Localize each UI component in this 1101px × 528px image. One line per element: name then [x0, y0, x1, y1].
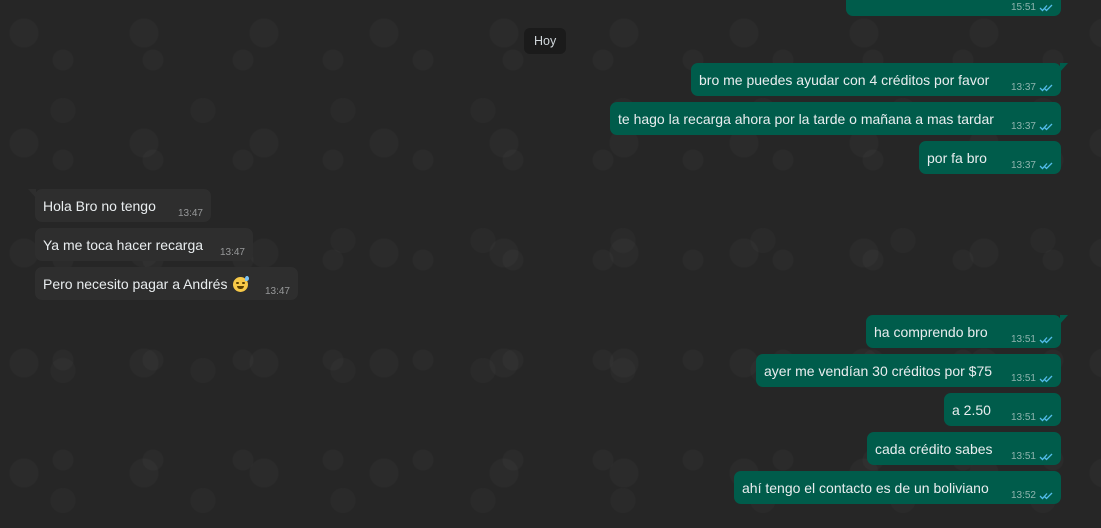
chat-conversation-panel[interactable]: 15:51 Hoy bro me puedes ayudar con 4 cré… — [0, 0, 1101, 528]
read-receipt-icon — [1039, 491, 1053, 500]
message-text: por fa bro — [927, 150, 987, 166]
message-time: 13:51 — [1010, 412, 1036, 423]
message-bubble-outgoing[interactable]: por fa bro 13:37 — [919, 141, 1061, 174]
bubble-tail — [1060, 63, 1068, 72]
message-time: 13:52 — [1010, 490, 1036, 501]
message-bubble-outgoing[interactable]: a 2.50 13:51 — [944, 393, 1061, 426]
message-meta: 13:37 — [1011, 160, 1053, 171]
message-bubble-outgoing[interactable]: cada crédito sabes 13:51 — [867, 432, 1061, 465]
read-receipt-icon — [1039, 413, 1053, 422]
message-text: te hago la recarga ahora por la tarde o … — [618, 111, 994, 127]
message-time: 15:51 — [1010, 2, 1036, 13]
grinning-sweat-emoji-icon — [233, 276, 250, 292]
message-bubble-outgoing[interactable]: te hago la recarga ahora por la tarde o … — [610, 102, 1061, 135]
message-time: 13:37 — [1010, 160, 1036, 171]
message-meta: 15:51 — [1011, 2, 1053, 13]
message-time: 13:51 — [1010, 373, 1036, 384]
bubble-tail — [1060, 315, 1068, 324]
message-text: ha comprendo bro — [874, 324, 988, 340]
message-time: 13:51 — [1010, 334, 1036, 345]
message-text: bro me puedes ayudar con 4 créditos por … — [699, 72, 990, 88]
message-text: ahí tengo el contacto es de un boliviano — [742, 480, 989, 496]
message-time: 13:51 — [1010, 451, 1036, 462]
message-meta: 13:51 — [1011, 412, 1053, 423]
message-time: 13:47 — [177, 208, 203, 219]
message-text: ayer me vendían 30 créditos por $75 — [764, 363, 993, 379]
message-text: a 2.50 — [952, 402, 991, 418]
message-bubble-outgoing[interactable]: bro me puedes ayudar con 4 créditos por … — [691, 63, 1068, 96]
read-receipt-icon — [1039, 452, 1053, 461]
message-bubble-outgoing[interactable]: 15:51 — [846, 0, 1061, 16]
message-meta: 13:51 — [1011, 451, 1053, 462]
message-bubble-outgoing[interactable]: ahí tengo el contacto es de un boliviano… — [734, 471, 1061, 504]
date-separator: Hoy — [524, 28, 567, 54]
read-receipt-icon — [1039, 122, 1053, 131]
read-receipt-icon — [1039, 335, 1053, 344]
message-meta: 13:47 — [265, 286, 290, 297]
message-bubble-outgoing[interactable]: ayer me vendían 30 créditos por $75 13:5… — [756, 354, 1061, 387]
message-time: 13:37 — [1010, 121, 1036, 132]
message-bubble-incoming[interactable]: Ya me toca hacer recarga 13:47 — [35, 228, 253, 261]
message-meta: 13:37 — [1011, 121, 1053, 132]
message-text: cada crédito sabes — [875, 441, 993, 457]
message-time: 13:47 — [264, 286, 290, 297]
read-receipt-icon — [1039, 83, 1053, 92]
message-text: Pero necesito pagar a Andrés — [43, 276, 228, 292]
bubble-tail — [28, 189, 36, 198]
message-bubble-incoming[interactable]: Pero necesito pagar a Andrés 13:47 — [35, 267, 298, 300]
message-meta: 13:47 — [220, 247, 245, 258]
message-text: Hola Bro no tengo — [43, 198, 156, 214]
message-meta: 13:51 — [1011, 334, 1053, 345]
message-text-wrapper: Pero necesito pagar a Andrés — [43, 276, 250, 292]
message-meta: 13:37 — [1011, 82, 1053, 93]
message-time: 13:37 — [1010, 82, 1036, 93]
read-receipt-icon — [1039, 374, 1053, 383]
read-receipt-icon — [1039, 3, 1053, 12]
message-meta: 13:47 — [178, 208, 203, 219]
message-meta: 13:52 — [1011, 490, 1053, 501]
message-bubble-outgoing[interactable]: ha comprendo bro 13:51 — [866, 315, 1068, 348]
message-meta: 13:51 — [1011, 373, 1053, 384]
message-text: Ya me toca hacer recarga — [43, 237, 204, 253]
message-time: 13:47 — [219, 247, 245, 258]
read-receipt-icon — [1039, 161, 1053, 170]
message-bubble-incoming[interactable]: Hola Bro no tengo 13:47 — [28, 189, 211, 222]
